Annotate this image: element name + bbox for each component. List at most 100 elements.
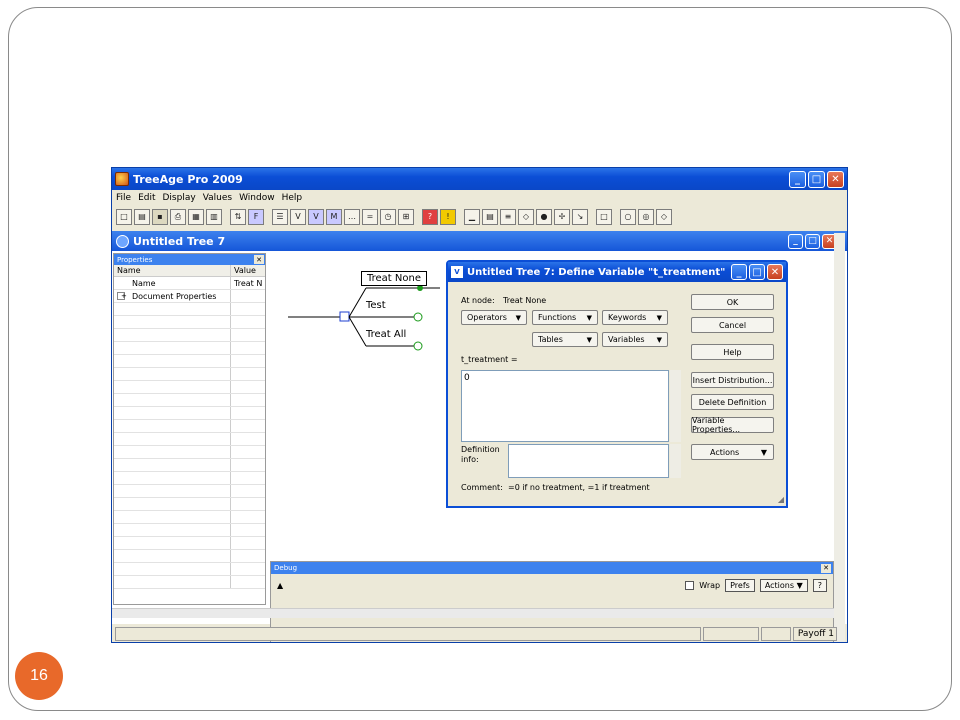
arrow-tool-icon[interactable]: ↘ [572,208,588,225]
dialog-maximize-button[interactable]: □ [749,264,765,280]
bar-chart-icon[interactable]: ▁ [464,208,480,225]
save-icon[interactable]: ▪ [152,208,168,225]
close-button[interactable]: ✕ [827,170,844,188]
wrap-label: Wrap [699,580,721,590]
tree-vertical-scrollbar[interactable] [834,233,845,642]
tree-icon[interactable]: ☰ [272,208,288,225]
clock-icon[interactable]: ◷ [380,208,396,225]
warning-icon[interactable]: ! [440,208,456,225]
property-row-empty [114,303,265,316]
move-icon[interactable]: ✢ [554,208,570,225]
menu-values[interactable]: Values [203,193,232,203]
insert-distribution-button[interactable]: Insert Distribution... [691,372,774,388]
equals-icon[interactable]: = [362,208,378,225]
properties-close-icon[interactable]: ✕ [254,255,264,264]
debug-toolbar: ▲ Wrap Prefs Actions ▼ ? [271,574,833,596]
menu-display[interactable]: Display [163,193,196,203]
definition-scrollbar[interactable] [670,370,681,442]
app-titlebar[interactable]: TreeAge Pro 2009 _ □ ✕ [112,168,847,190]
property-row[interactable]: Name Treat N [114,277,265,290]
property-row[interactable]: + Document Properties [114,290,265,303]
resize-grip-icon[interactable]: ◢ [778,495,784,504]
layout-icon[interactable]: ▥ [206,208,222,225]
ok-button[interactable]: OK [691,294,774,310]
comment-label: Comment: [461,483,503,492]
sphere-icon[interactable]: ● [536,208,552,225]
property-row-empty [114,472,265,485]
open-icon[interactable]: ▤ [134,208,150,225]
variable-properties-button[interactable]: Variable Properties... [691,416,774,434]
tree-window-title: Untitled Tree 7 [133,234,226,248]
functions-dropdown[interactable]: Functions ▼ [532,310,598,325]
print-preview-icon[interactable]: ▦ [188,208,204,225]
help-icon[interactable]: ? [422,208,438,225]
define-variable-icon[interactable]: V [308,208,324,225]
square-node-icon[interactable]: □ [596,208,612,225]
horizontal-scrollbar[interactable] [112,608,834,618]
chance-node-test-icon [413,312,423,322]
node-sort-icon[interactable]: ⇅ [230,208,246,225]
dialog-minimize-button[interactable]: _ [731,264,747,280]
status-bar: Payoff 1 [112,624,847,642]
menu-file[interactable]: File [116,193,131,203]
dialog-actions-button[interactable]: Actions ▼ [691,444,774,460]
network-icon[interactable]: ⊞ [398,208,414,225]
column-name[interactable]: Name [114,265,231,276]
circle-node-icon[interactable]: ○ [620,208,636,225]
help-button[interactable]: Help [691,344,774,360]
menu-help[interactable]: Help [282,193,303,203]
property-row-empty [114,355,265,368]
function-icon[interactable]: F [248,208,264,225]
new-icon[interactable]: □ [116,208,132,225]
definition-info-scrollbar[interactable] [670,444,681,478]
property-row-empty [114,342,265,355]
node-test[interactable]: Test [366,300,386,311]
definition-textarea[interactable]: 0 [461,370,669,442]
debug-help-button[interactable]: ? [812,578,827,592]
branch-treat-none [348,287,367,318]
delete-definition-button[interactable]: Delete Definition [691,394,774,410]
shape-icon[interactable]: ◇ [518,208,534,225]
tables-dropdown[interactable]: Tables ▼ [532,332,598,347]
definition-info-textarea[interactable] [508,444,669,478]
tree-minimize-button[interactable]: _ [788,233,803,249]
tree-window-titlebar[interactable]: Untitled Tree 7 _ □ ✕ [112,231,847,251]
markov-icon[interactable]: M [326,208,342,225]
branch-treat-all [348,316,367,347]
debug-close-icon[interactable]: ✕ [821,563,831,573]
property-row-empty [114,368,265,381]
expand-icon[interactable]: + [117,292,127,300]
status-main [115,626,701,641]
menu-edit[interactable]: Edit [138,193,155,203]
property-name: Name [114,277,231,289]
dialog-titlebar[interactable]: V Untitled Tree 7: Define Variable "t_tr… [448,262,786,282]
menu-window[interactable]: Window [239,193,275,203]
node-treat-none[interactable]: Treat None [361,271,427,286]
sens-icon[interactable]: ≡ [500,208,516,225]
cancel-button[interactable]: Cancel [691,317,774,333]
print-icon[interactable]: ⎙ [170,208,186,225]
diamond-node-icon[interactable]: ◇ [656,208,672,225]
prefs-button[interactable]: Prefs [725,578,755,592]
wrap-checkbox[interactable] [685,580,695,590]
variables-dropdown[interactable]: Variables ▼ [602,332,668,347]
variables-icon[interactable]: V [290,208,306,225]
property-row-empty [114,511,265,524]
column-value[interactable]: Value [231,265,265,276]
node-treat-all[interactable]: Treat All [366,329,406,340]
dialog-close-button[interactable]: ✕ [767,264,783,280]
debug-title: Debug [274,564,298,572]
tree-document-icon [116,234,129,248]
at-node-value: Treat None [503,296,547,305]
double-circle-node-icon[interactable]: ◎ [638,208,654,225]
property-row-empty [114,537,265,550]
minimize-button[interactable]: _ [789,170,806,188]
dots-icon[interactable]: … [344,208,360,225]
keywords-dropdown[interactable]: Keywords ▼ [602,310,668,325]
tree-maximize-button[interactable]: □ [805,233,820,249]
table-icon[interactable]: ▤ [482,208,498,225]
maximize-button[interactable]: □ [808,170,825,188]
debug-actions-button[interactable]: Actions ▼ [759,578,808,592]
operators-dropdown[interactable]: Operators ▼ [461,310,527,325]
collapse-icon[interactable]: ▲ [277,581,283,590]
